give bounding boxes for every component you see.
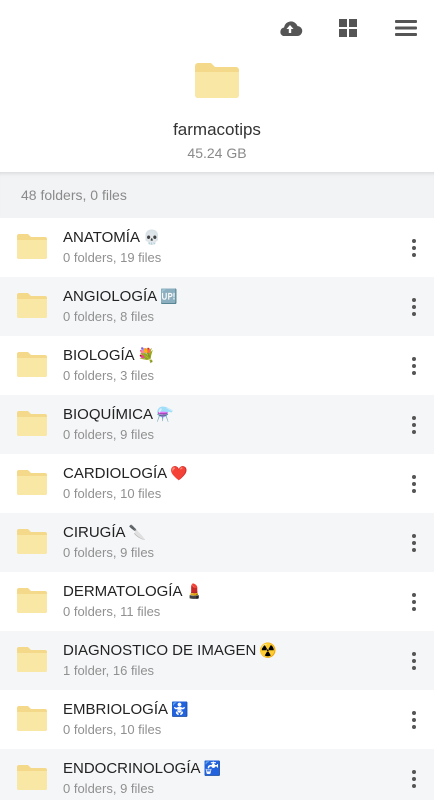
list-item-label: ANGIOLOGÍA bbox=[63, 288, 158, 305]
list-item-emoji: ⚗️ bbox=[156, 406, 174, 422]
list-item-emoji: ❤️ bbox=[170, 465, 188, 481]
more-options-icon[interactable] bbox=[404, 590, 424, 614]
list-item-emoji: 🚰 bbox=[203, 760, 221, 776]
list-item-subtitle: 0 folders, 9 files bbox=[63, 781, 155, 796]
more-options-icon[interactable] bbox=[404, 531, 424, 555]
list-item-emoji: 🚼 bbox=[171, 701, 189, 717]
list-item-subtitle: 0 folders, 9 files bbox=[63, 427, 155, 442]
list-item-emoji: 💐 bbox=[137, 347, 156, 363]
more-options-icon[interactable] bbox=[404, 767, 424, 791]
list-item-emoji: 💄 bbox=[185, 583, 203, 599]
list-item-subtitle: 1 folder, 16 files bbox=[63, 663, 155, 678]
folder-icon bbox=[16, 350, 48, 378]
more-options-icon[interactable] bbox=[404, 413, 424, 437]
folder-header: farmacotips 45.24 GB bbox=[0, 56, 434, 172]
more-options-icon[interactable] bbox=[404, 354, 424, 378]
folder-name: farmacotips bbox=[173, 120, 261, 139]
more-options-icon[interactable] bbox=[404, 472, 424, 496]
folder-summary-text: 48 folders, 0 files bbox=[21, 187, 127, 203]
folder-icon bbox=[16, 291, 48, 319]
folder-icon bbox=[16, 527, 48, 555]
list-item[interactable]: ENDOCRINOLOGÍA 🚰 0 folders, 9 files bbox=[0, 749, 434, 800]
more-options-icon[interactable] bbox=[404, 295, 424, 319]
list-item-label: EMBRIOLOGÍA bbox=[63, 701, 169, 718]
list-item-title: BIOLOGÍA 💐 bbox=[63, 347, 155, 364]
folder-icon bbox=[16, 704, 48, 732]
folder-size: 45.24 GB bbox=[187, 145, 247, 161]
list-item-label: DERMATOLOGÍA bbox=[63, 583, 183, 600]
list-item-label: BIOQUÍMICA bbox=[63, 406, 154, 423]
list-item[interactable]: DIAGNOSTICO DE IMAGEN ☢️ 1 folder, 16 file… bbox=[0, 631, 434, 690]
folder-summary-bar: 48 folders, 0 files bbox=[0, 172, 434, 218]
list-item-label: DIAGNOSTICO DE IMAGEN bbox=[63, 642, 257, 659]
list-item-title: ANGIOLOGÍA 🆙 bbox=[63, 288, 178, 305]
list-item-label: BIOLOGÍA bbox=[63, 347, 135, 364]
hamburger-menu-icon[interactable] bbox=[392, 14, 420, 42]
list-item-subtitle: 0 folders, 19 files bbox=[63, 250, 162, 265]
list-item-title: CIRUGÍA 🔪 bbox=[63, 524, 146, 541]
list-item[interactable]: CIRUGÍA 🔪 0 folders, 9 files bbox=[0, 513, 434, 572]
list-item-title: DIAGNOSTICO DE IMAGEN ☢️ bbox=[63, 642, 277, 659]
list-item-subtitle: 0 folders, 10 files bbox=[63, 722, 162, 737]
list-item-title: BIOQUÍMICA ⚗️ bbox=[63, 406, 173, 423]
list-item-title: ENDOCRINOLOGÍA 🚰 bbox=[63, 760, 221, 777]
cloud-upload-icon[interactable] bbox=[276, 14, 304, 42]
list-item-subtitle: 0 folders, 11 files bbox=[63, 604, 161, 619]
list-item[interactable]: CARDIOLOGÍA ❤️ 0 folders, 10 files bbox=[0, 454, 434, 513]
list-item-title: DERMATOLOGÍA 💄 bbox=[63, 583, 203, 600]
more-options-icon[interactable] bbox=[404, 236, 424, 260]
list-item-subtitle: 0 folders, 10 files bbox=[63, 486, 162, 501]
list-item-emoji: 💀 bbox=[142, 229, 161, 245]
list-item-title: CARDIOLOGÍA ❤️ bbox=[63, 465, 188, 482]
folder-icon bbox=[193, 60, 241, 100]
list-item[interactable]: DERMATOLOGÍA 💄 0 folders, 11 files bbox=[0, 572, 434, 631]
folder-icon bbox=[16, 645, 48, 673]
list-item-emoji: ☢️ bbox=[259, 642, 277, 658]
top-toolbar bbox=[0, 0, 434, 56]
more-options-icon[interactable] bbox=[404, 708, 424, 732]
list-item-label: CIRUGÍA bbox=[63, 524, 126, 541]
list-item-emoji: 🆙 bbox=[160, 288, 178, 304]
list-item-subtitle: 0 folders, 3 files bbox=[63, 368, 155, 383]
list-item-label: ANATOMÍA bbox=[63, 229, 140, 246]
folder-icon bbox=[16, 586, 48, 614]
folder-icon bbox=[16, 409, 48, 437]
grid-view-icon[interactable] bbox=[334, 14, 362, 42]
folder-icon bbox=[16, 468, 48, 496]
list-item[interactable]: BIOQUÍMICA ⚗️ 0 folders, 9 files bbox=[0, 395, 434, 454]
list-item-title: ANATOMÍA 💀 bbox=[63, 229, 160, 246]
list-item-label: ENDOCRINOLOGÍA bbox=[63, 760, 201, 777]
list-item-label: CARDIOLOGÍA bbox=[63, 465, 168, 482]
list-item[interactable]: ANGIOLOGÍA 🆙 0 folders, 8 files bbox=[0, 277, 434, 336]
list-item[interactable]: EMBRIOLOGÍA 🚼 0 folders, 10 files bbox=[0, 690, 434, 749]
list-item-subtitle: 0 folders, 8 files bbox=[63, 309, 155, 324]
folder-list: ANATOMÍA 💀 0 folders, 19 files ANGIOLOGÍA 🆙 0… bbox=[0, 218, 434, 800]
list-item[interactable]: ANATOMÍA 💀 0 folders, 19 files bbox=[0, 218, 434, 277]
list-item-title: EMBRIOLOGÍA 🚼 bbox=[63, 701, 188, 718]
more-options-icon[interactable] bbox=[404, 649, 424, 673]
list-item-subtitle: 0 folders, 9 files bbox=[63, 545, 155, 560]
folder-icon bbox=[16, 232, 48, 260]
folder-icon bbox=[16, 763, 48, 791]
list-item-emoji: 🔪 bbox=[128, 524, 146, 540]
list-item[interactable]: BIOLOGÍA 💐 0 folders, 3 files bbox=[0, 336, 434, 395]
